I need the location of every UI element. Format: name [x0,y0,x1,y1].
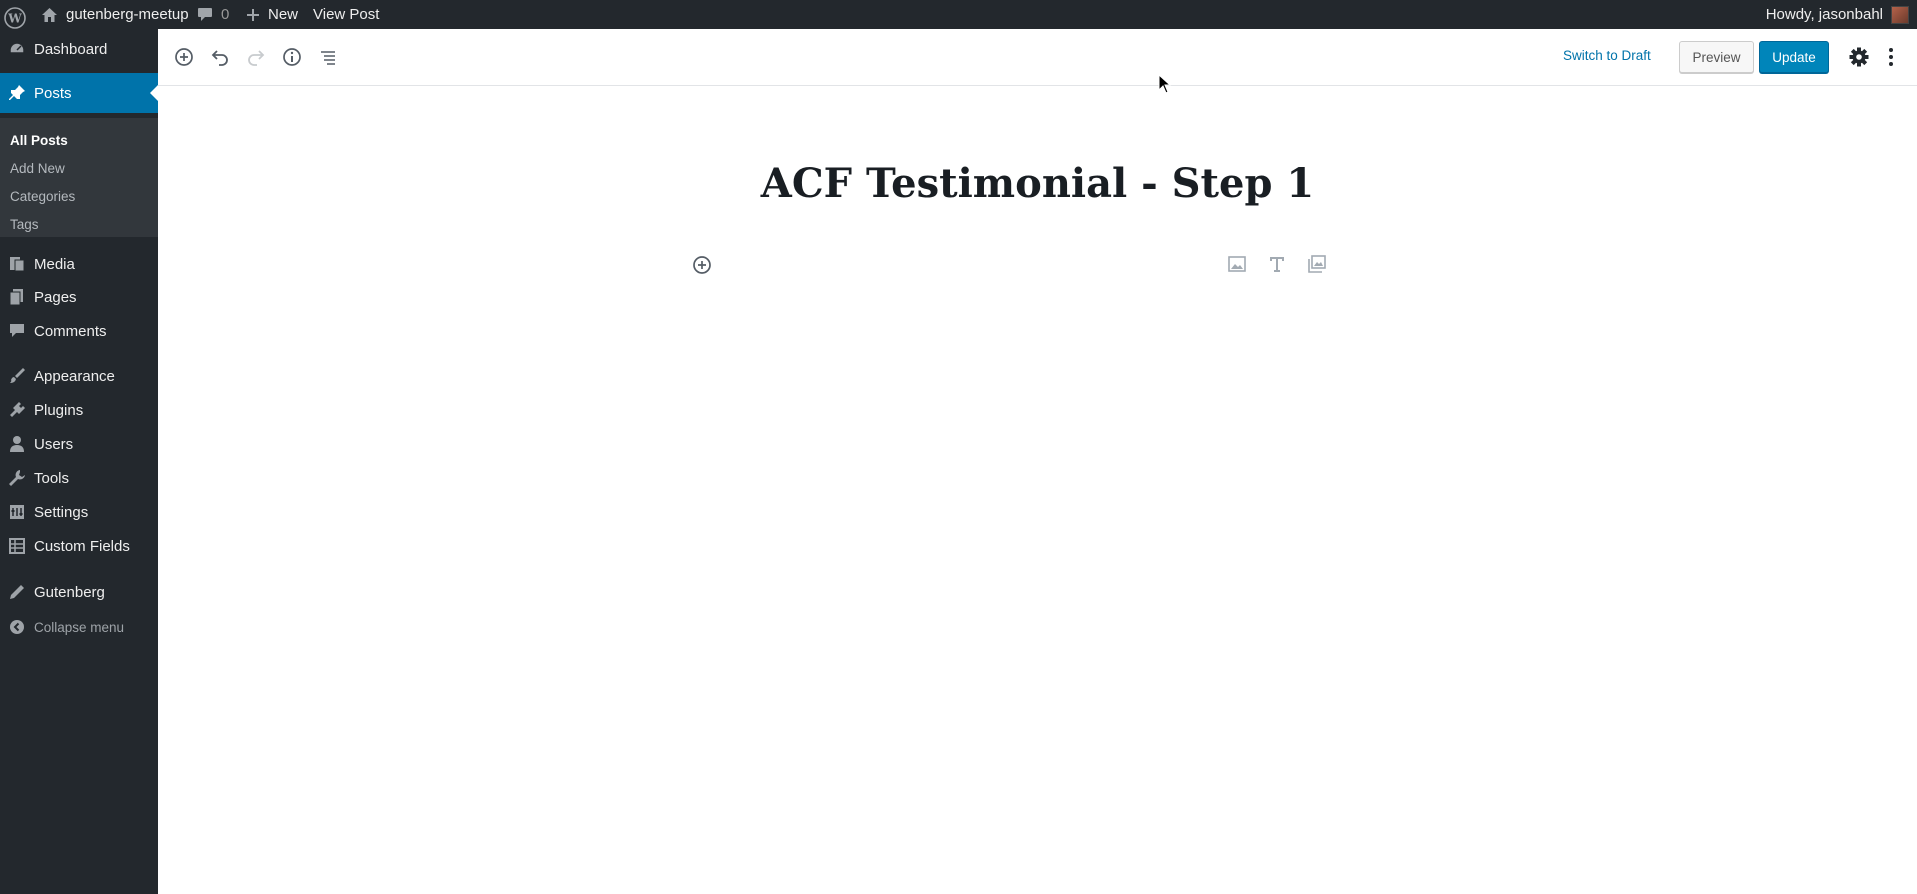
submenu-categories[interactable]: Categories [10,189,75,204]
sidebar-item-posts[interactable]: Posts [0,73,158,113]
comments-icon [0,322,34,340]
sidebar-item-label: Dashboard [34,40,108,58]
sidebar-item-users[interactable]: Users [0,426,158,462]
site-name-link[interactable]: gutenberg-meetup [41,0,189,29]
info-icon[interactable] [279,44,305,70]
brush-icon [0,367,34,385]
gear-icon[interactable] [1846,44,1872,70]
post-title[interactable]: ACF Testimonial - Step 1 [158,160,1917,207]
site-name-label: gutenberg-meetup [66,6,189,23]
submenu-all-posts[interactable]: All Posts [10,133,68,148]
sidebar-item-label: Plugins [34,401,84,419]
wordpress-logo-icon[interactable]: W [4,3,26,32]
sidebar-item-gutenberg[interactable]: Gutenberg [0,574,158,610]
sidebar-item-custom-fields[interactable]: Custom Fields [0,528,158,564]
user-icon [0,435,34,453]
image-block-icon[interactable] [1227,254,1247,279]
update-button[interactable]: Update [1759,41,1829,73]
more-options-icon[interactable] [1883,44,1899,70]
sidebar-item-label: Pages [34,288,77,306]
collapse-arrow-icon [0,619,34,635]
wrench-icon [0,469,34,487]
gallery-block-icon[interactable] [1307,254,1327,279]
paragraph-block-icon[interactable] [1267,254,1287,279]
add-block-icon[interactable] [171,44,197,70]
view-post-link[interactable]: View Post [313,0,379,29]
sidebar-item-dashboard[interactable]: Dashboard [0,29,158,69]
sidebar-item-label: Users [34,435,74,453]
settings-icon [0,503,34,521]
sidebar-item-label: Appearance [34,367,115,385]
sidebar-item-tools[interactable]: Tools [0,460,158,496]
avatar [1891,5,1909,24]
collapse-menu-button[interactable]: Collapse menu [0,609,158,645]
comments-link[interactable]: 0 [197,0,229,29]
undo-icon[interactable] [207,44,233,70]
admin-sidebar: Dashboard Posts All Posts Add New Catego… [0,29,158,894]
comments-count: 0 [221,6,230,23]
sidebar-item-pages[interactable]: Pages [0,279,158,315]
pencil-icon [0,583,34,601]
pages-icon [0,288,34,306]
comment-icon [197,7,213,22]
howdy-label: Howdy, jasonbahl [1765,6,1883,23]
switch-to-draft-button[interactable]: Switch to Draft [1563,48,1651,63]
sidebar-item-label: Posts [34,84,72,102]
collapse-menu-label: Collapse menu [34,619,125,635]
sidebar-item-settings[interactable]: Settings [0,494,158,530]
submenu-add-new[interactable]: Add New [10,161,65,176]
preview-button[interactable]: Preview [1679,41,1754,73]
plugin-icon [0,401,34,419]
mouse-pointer-icon [1158,73,1172,99]
sidebar-item-media[interactable]: Media [0,245,158,283]
table-icon [0,537,34,555]
svg-text:W: W [7,11,22,25]
admin-bar: W gutenberg-meetup 0 New View Post Howdy… [0,0,1917,29]
new-content-link[interactable]: New [246,0,298,29]
plus-icon [246,8,260,22]
sidebar-item-appearance[interactable]: Appearance [0,358,158,394]
editor-header-toolbar: Switch to Draft Preview Update [158,29,1917,86]
sidebar-item-label: Gutenberg [34,583,105,601]
sidebar-item-plugins[interactable]: Plugins [0,392,158,428]
sidebar-item-label: Settings [34,503,89,521]
sidebar-item-label: Media [34,255,75,273]
redo-icon[interactable] [243,44,269,70]
sidebar-item-label: Tools [34,469,70,487]
user-account-menu[interactable]: Howdy, jasonbahl [1766,0,1909,29]
sidebar-item-label: Custom Fields [34,537,130,555]
outline-icon[interactable] [315,44,341,70]
dashboard-icon [0,40,34,58]
sidebar-item-label: Comments [34,322,107,340]
media-icon [0,255,34,273]
posts-submenu: All Posts Add New Categories Tags [0,118,158,237]
pin-icon [0,84,34,102]
sidebar-item-comments[interactable]: Comments [0,313,158,349]
home-icon [41,7,58,23]
add-block-inline-icon[interactable] [692,255,712,280]
submenu-tags[interactable]: Tags [10,217,39,232]
view-post-label: View Post [313,6,380,23]
new-label: New [268,6,299,23]
